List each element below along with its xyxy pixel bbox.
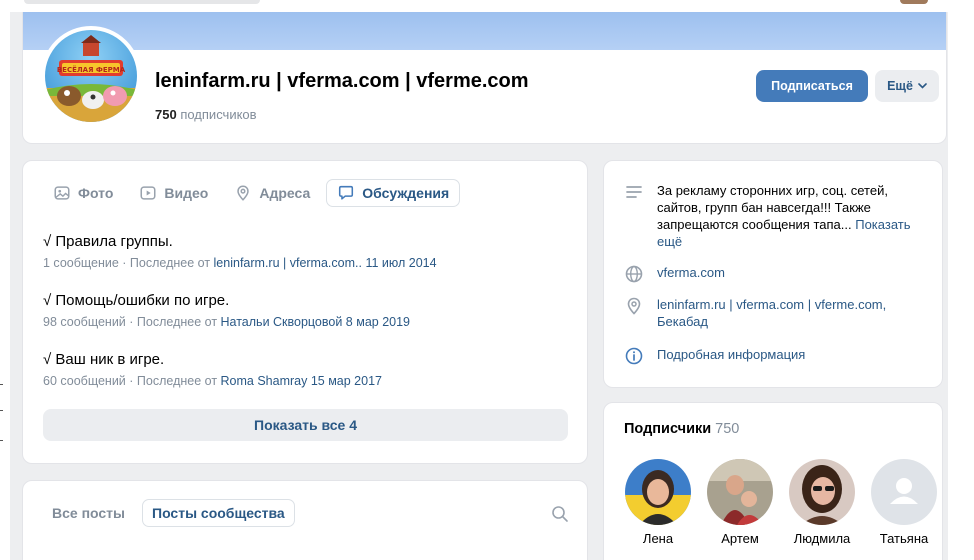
tab-community-posts[interactable]: Посты сообщества [142,499,295,527]
subscribers-title-label: Подписчики [624,421,712,437]
cover-image [23,12,946,50]
subscriber-name[interactable]: Татьяна [871,531,937,546]
video-icon [140,186,156,200]
top-search-field[interactable] [24,0,260,4]
avatar[interactable] [789,459,855,525]
location-icon [237,185,250,201]
subscriber-name[interactable]: Людмила [789,531,855,546]
topic-title[interactable]: √ Ваш ник в игре. [43,351,382,368]
subscriber-item[interactable]: Лена [625,459,691,546]
sidebar-dot [0,410,3,411]
topic-count: 60 сообщений [43,374,126,388]
discussions-card: Фото Видео Адреса Обсуждения √ Правила г… [22,160,588,464]
topic-sep: · Последнее от [125,374,221,388]
avatar[interactable] [707,459,773,525]
topic-title[interactable]: √ Правила группы. [43,233,437,250]
topic-count: 1 сообщение [43,256,119,270]
subscribers-title[interactable]: Подписчики 750 [624,421,739,437]
description-icon [626,186,642,198]
subscriber-name[interactable]: Лена [625,531,691,546]
top-bar [0,0,974,12]
subscriber-item[interactable]: Людмила [789,459,855,546]
more-button[interactable]: Ещё [875,70,939,102]
group-subscribers-count[interactable]: 750 подписчиков [155,107,257,122]
subscribers-title-count: 750 [715,421,740,437]
discussion-icon [339,185,354,200]
topic-date[interactable]: 15 мар 2017 [307,374,382,388]
search-icon[interactable] [551,505,569,523]
topic-sep: · Последнее от [125,315,221,329]
sidebar-dot [0,440,3,441]
subscriber-item[interactable]: Татьяна [871,459,937,546]
topic-date[interactable]: 8 мар 2019 [342,315,410,329]
photo-icon [54,186,70,200]
topic-author-link[interactable]: Roma Shamray [221,374,308,388]
tab-discussions[interactable]: Обсуждения [326,179,461,207]
topic-meta: 98 сообщений · Последнее от Натальи Скво… [43,315,410,329]
tab-label: Обсуждения [362,185,450,201]
website-link[interactable]: vferma.com [657,264,929,284]
sidebar-dot [0,384,3,385]
discussion-topic[interactable]: √ Правила группы. 1 сообщение · Последне… [43,233,437,270]
tab-video[interactable]: Видео [129,179,218,207]
details-row: Подробная информация [624,346,929,366]
media-tabs: Фото Видео Адреса Обсуждения [43,179,461,207]
avatar[interactable] [625,459,691,525]
default-avatar-icon [871,459,937,525]
user-avatar[interactable] [900,0,928,4]
topic-author-link[interactable]: Натальи Скворцовой [221,315,343,329]
show-all-discussions-button[interactable]: Показать все 4 [43,409,568,441]
globe-icon [625,265,643,283]
location-icon [627,297,641,315]
discussion-topic[interactable]: √ Ваш ник в игре. 60 сообщений · Последн… [43,351,382,388]
topic-sep: · Последнее от [118,256,214,270]
right-page-edge [948,12,974,560]
subscriber-item[interactable]: Артем [707,459,773,546]
topic-meta: 60 сообщений · Последнее от Roma Shamray… [43,374,382,388]
description-text: За рекламу сторонних игр, соц. сетей, са… [657,182,929,250]
tab-all-posts[interactable]: Все посты [43,499,134,527]
topic-title[interactable]: √ Помощь/ошибки по игре. [43,292,410,309]
tab-label: Адреса [259,185,311,201]
posts-tabs: Все посты Посты сообщества [43,499,295,527]
tab-photo[interactable]: Фото [43,179,123,207]
discussion-topic[interactable]: √ Помощь/ошибки по игре. 98 сообщений · … [43,292,410,329]
group-avatar[interactable]: ВЕСЁЛАЯ ФЕРМА [41,26,141,126]
left-sidebar-edge [0,12,10,560]
topic-count: 98 сообщений [43,315,126,329]
subscribers-label: подписчиков [180,107,257,122]
topic-meta: 1 сообщение · Последнее от leninfarm.ru … [43,256,437,270]
topic-author-link[interactable]: leninfarm.ru | vferma.com.. [214,256,362,270]
avatar[interactable] [871,459,937,525]
posts-card: Все посты Посты сообщества [22,480,588,560]
more-button-label: Ещё [887,79,913,93]
group-title: leninfarm.ru | vferma.com | vferme.com [155,70,529,92]
website-row: vferma.com [624,264,929,284]
tab-addresses[interactable]: Адреса [224,179,320,207]
avatar-logo-text: ВЕСЁЛАЯ ФЕРМА [57,65,126,74]
details-link[interactable]: Подробная информация [657,346,929,366]
chevron-down-icon [918,83,927,89]
info-icon [625,347,643,365]
description-row: За рекламу сторонних игр, соц. сетей, са… [624,182,929,250]
tab-label: Видео [164,185,209,201]
subscriber-name[interactable]: Артем [707,531,773,546]
subscribers-card: Подписчики 750 Лена Артем Людмила Татьяна [603,402,943,560]
address-row: leninfarm.ru | vferma.com | vferme.com, … [624,296,929,330]
subscribers-number: 750 [155,107,177,122]
info-card: За рекламу сторонних игр, соц. сетей, са… [603,160,943,388]
description-body: За рекламу сторонних игр, соц. сетей, са… [657,183,888,232]
group-header: ВЕСЁЛАЯ ФЕРМА leninfarm.ru | vferma.com … [22,12,947,144]
address-link[interactable]: leninfarm.ru | vferma.com | vferme.com, … [657,296,929,330]
tab-label: Фото [78,185,114,201]
topic-date[interactable]: 11 июл 2014 [362,256,436,270]
subscribe-button[interactable]: Подписаться [756,70,868,102]
